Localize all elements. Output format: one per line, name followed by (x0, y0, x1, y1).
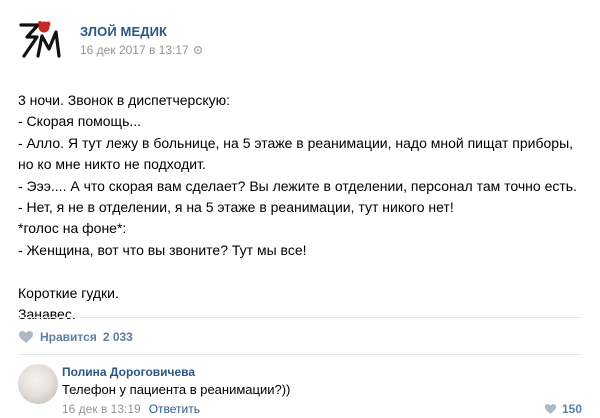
like-button[interactable]: Нравится 2 033 (18, 326, 133, 348)
comment: Полина Дороговичева Телефон у пациента в… (18, 362, 582, 418)
gear-icon[interactable] (193, 45, 203, 55)
comment-like-count: 150 (561, 402, 582, 416)
comment-date[interactable]: 16 дек в 13:19 (62, 402, 141, 416)
post-date-text[interactable]: 16 дек 2017 в 13:17 (80, 43, 189, 57)
logo-icon[interactable] (18, 18, 62, 62)
divider-bottom (18, 354, 582, 355)
post-header: ЗЛОЙ МЕДИК 16 дек 2017 в 13:17 (18, 18, 578, 62)
comment-meta: 16 дек в 13:19 Ответить (62, 402, 200, 416)
comment-like-button[interactable]: 150 (544, 402, 582, 416)
post-date: 16 дек 2017 в 13:17 (80, 43, 203, 57)
like-count: 2 033 (102, 330, 133, 344)
heart-icon (19, 331, 33, 343)
avatar[interactable] (18, 364, 58, 404)
comment-author[interactable]: Полина Дороговичева (62, 365, 195, 379)
comment-text: Телефон у пациента в реанимации?)) (62, 382, 291, 397)
post-text: 3 ночи. Звонок в диспетчерскую: - Скорая… (18, 92, 577, 323)
heart-icon (544, 404, 557, 414)
divider-top (18, 317, 582, 318)
author-name[interactable]: ЗЛОЙ МЕДИК (80, 24, 167, 39)
reply-button[interactable]: Ответить (149, 402, 200, 416)
like-label: Нравится (40, 330, 97, 344)
